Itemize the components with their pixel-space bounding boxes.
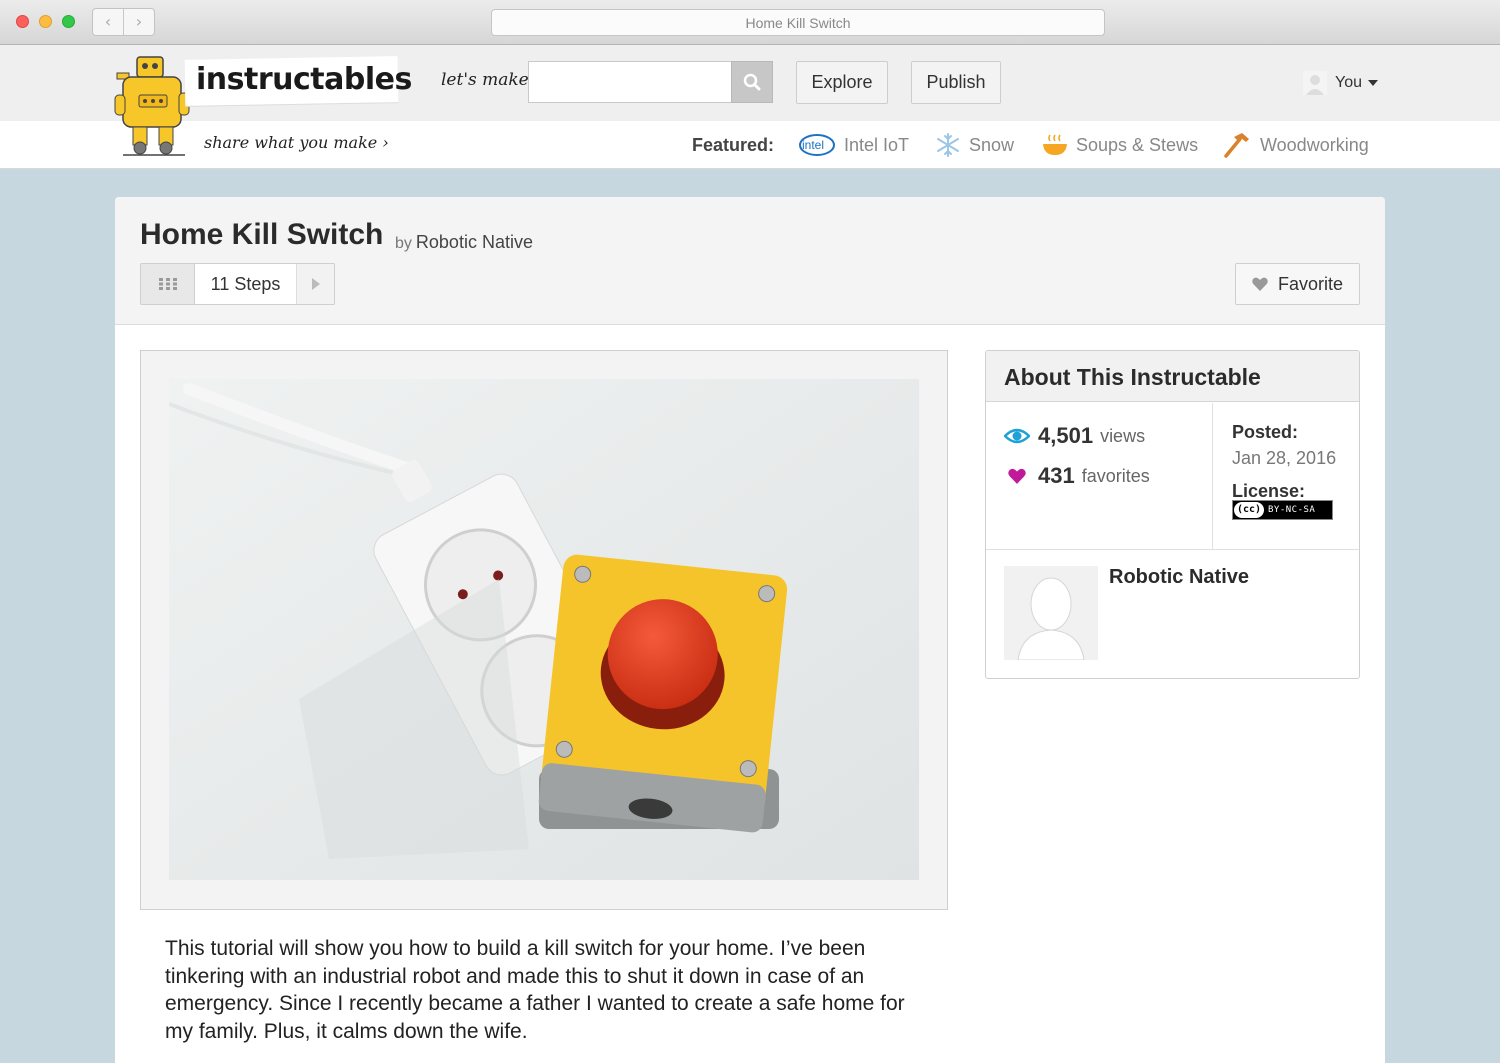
author-avatar[interactable] — [1004, 566, 1098, 660]
about-panel: About This Instructable 4,501 views 431 … — [985, 350, 1360, 679]
minimize-window-button[interactable] — [39, 15, 52, 28]
license-block: License: — [1232, 481, 1305, 502]
featured-item-label: Soups & Stews — [1076, 134, 1199, 155]
site-logo[interactable]: instructables — [196, 62, 412, 97]
about-header: About This Instructable — [986, 351, 1359, 402]
publish-button[interactable]: Publish — [911, 61, 1001, 104]
main-image[interactable] — [169, 379, 919, 880]
instructables-robot-logo-icon[interactable] — [113, 55, 195, 157]
featured-item-label: Woodworking — [1260, 134, 1369, 155]
featured-item-woodworking[interactable]: Woodworking — [1222, 131, 1369, 159]
favorite-button[interactable]: Favorite — [1235, 263, 1360, 305]
instructable-card: Home Kill Switch by Robotic Native 11 Ste… — [115, 197, 1385, 1063]
posted-block: Posted: Jan 28, 2016 — [1232, 422, 1336, 469]
snowflake-icon — [935, 132, 961, 158]
soup-bowl-icon — [1042, 133, 1068, 157]
user-menu[interactable]: You — [1303, 71, 1378, 95]
main-image-frame — [140, 350, 948, 910]
favorites-count: 431 — [1038, 463, 1075, 488]
author-name[interactable]: Robotic Native — [1109, 566, 1249, 589]
views-stat: 4,501 views — [1004, 423, 1145, 449]
featured-item-label: Intel IoT — [844, 134, 910, 155]
views-label: views — [1100, 425, 1146, 446]
intro-paragraph: This tutorial will show you how to build… — [165, 937, 905, 1043]
lets-make-label: let's make — [441, 70, 529, 90]
featured-item-soups-stews[interactable]: Soups & Stews — [1042, 131, 1198, 159]
search-input[interactable] — [528, 61, 732, 103]
heart-icon — [1252, 277, 1268, 291]
page-title: Home Kill Switch — [140, 218, 384, 251]
steps-navigator: 11 Steps — [140, 263, 335, 305]
close-window-button[interactable] — [16, 15, 29, 28]
posted-label: Posted: — [1232, 422, 1299, 442]
user-avatar-icon — [1303, 71, 1327, 95]
zoom-window-button[interactable] — [62, 15, 75, 28]
favorites-stat: 431 favorites — [1004, 463, 1150, 489]
byline: by Robotic Native — [395, 232, 533, 253]
browser-titlebar: ‹ › Home Kill Switch — [0, 0, 1500, 45]
steps-count[interactable]: 11 Steps — [195, 264, 297, 304]
kill-switch-photo-icon — [169, 379, 919, 880]
forward-arrow-icon[interactable]: › — [123, 9, 154, 35]
card-header — [115, 197, 1385, 325]
favorite-label: Favorite — [1277, 273, 1344, 294]
license-type: BY-NC-SA — [1268, 505, 1316, 515]
about-title: About This Instructable — [1004, 364, 1261, 390]
creative-commons-icon: (cc) — [1234, 502, 1264, 518]
featured-item-snow[interactable]: Snow — [935, 131, 1014, 159]
hammer-icon — [1222, 131, 1252, 159]
license-badge[interactable]: (cc) BY-NC-SA — [1232, 500, 1333, 520]
grid-icon — [158, 278, 177, 290]
chevron-down-icon — [1368, 80, 1378, 86]
back-arrow-icon[interactable]: ‹ — [93, 9, 123, 35]
explore-button[interactable]: Explore — [796, 61, 888, 104]
featured-label: Featured: — [692, 135, 775, 155]
svg-text:intel: intel — [802, 138, 824, 152]
search-button[interactable] — [731, 61, 773, 103]
default-avatar-icon — [1004, 566, 1098, 660]
posted-date: Jan 28, 2016 — [1232, 448, 1337, 468]
play-arrow-icon — [311, 278, 320, 290]
by-label: by — [395, 235, 412, 252]
search-icon — [743, 73, 761, 91]
favorites-label: favorites — [1081, 465, 1150, 486]
user-menu-label: You — [1335, 74, 1362, 91]
heart-icon — [1004, 468, 1030, 484]
author-link[interactable]: Robotic Native — [416, 232, 533, 252]
site-tagline[interactable]: share what you make › — [204, 133, 389, 152]
stats-column: 4,501 views 431 favorites — [986, 403, 1213, 549]
featured-item-intel-iot[interactable]: intel Intel IoT — [798, 131, 909, 159]
steps-grid-button[interactable] — [141, 264, 195, 304]
views-count: 4,501 — [1038, 423, 1094, 448]
eye-icon — [1004, 428, 1030, 444]
intel-logo-icon: intel — [798, 132, 836, 158]
featured-item-label: Snow — [969, 134, 1015, 155]
next-step-button[interactable] — [297, 264, 334, 304]
license-label: License: — [1232, 481, 1306, 501]
about-divider — [986, 549, 1359, 550]
history-nav: ‹ › — [92, 8, 155, 36]
address-bar[interactable]: Home Kill Switch — [491, 9, 1105, 36]
